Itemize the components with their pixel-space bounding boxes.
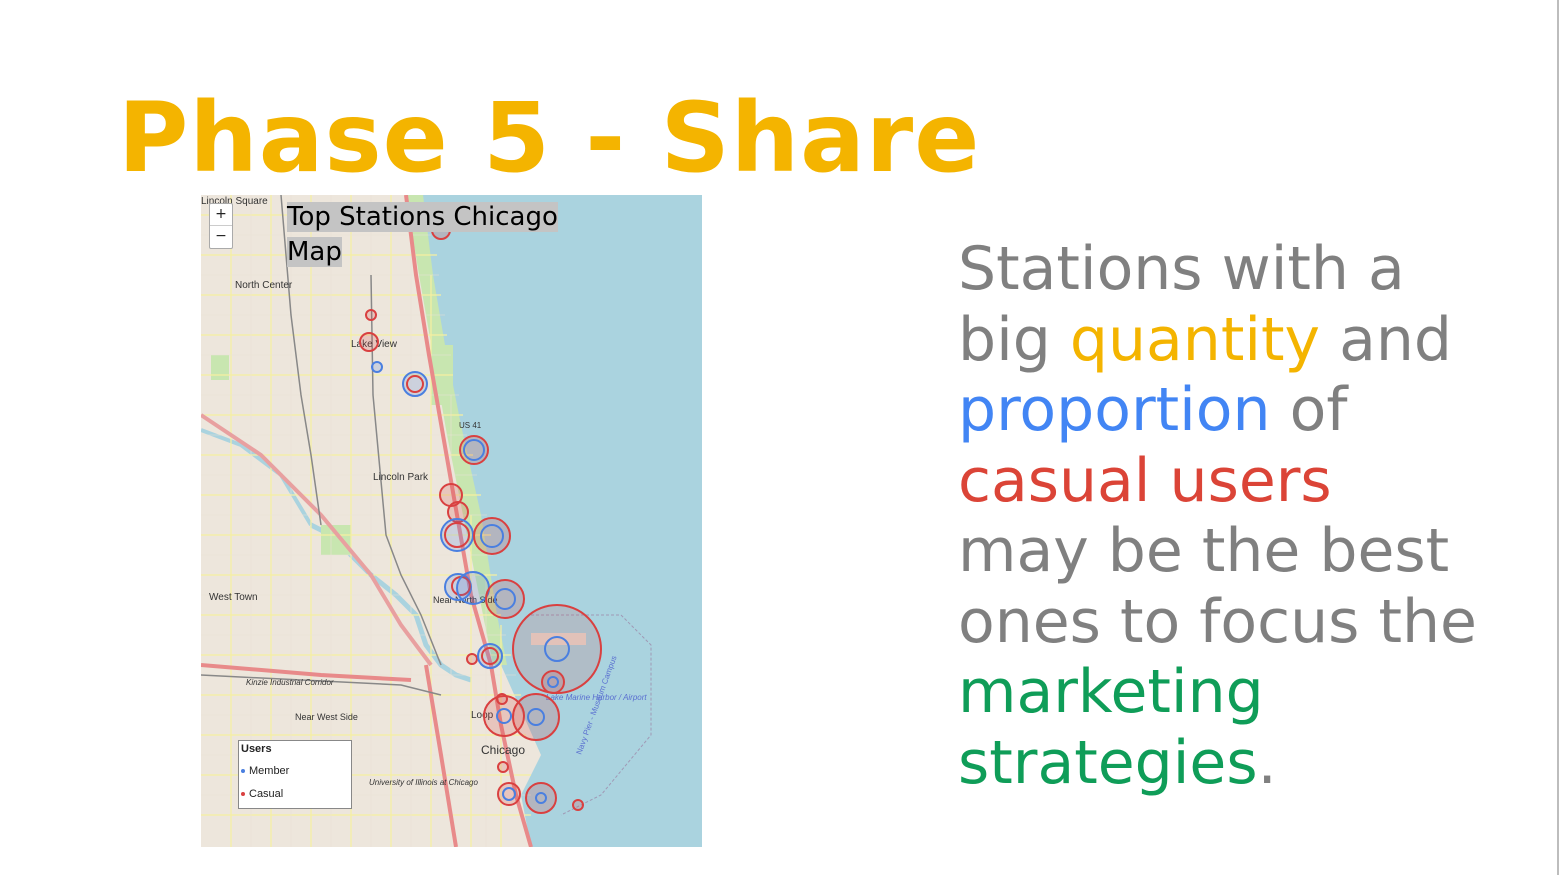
legend-dot-casual xyxy=(241,792,245,797)
insight-casual-users: casual users xyxy=(958,445,1332,516)
station-marker-member[interactable] xyxy=(371,361,383,373)
insight-segment: and xyxy=(1320,304,1453,375)
legend-item-casual: Casual xyxy=(241,788,283,800)
label-near-west-side: Near West Side xyxy=(295,712,358,722)
insight-period: . xyxy=(1257,727,1277,798)
label-west-town: West Town xyxy=(209,592,258,603)
station-marker-casual[interactable] xyxy=(496,693,508,705)
slide-right-border xyxy=(1557,0,1559,875)
stations-map[interactable]: Lincoln Square North Center Lake View Li… xyxy=(201,195,702,847)
station-marker-casual[interactable] xyxy=(497,782,521,806)
map-title-text: Top Stations Chicago Map xyxy=(287,202,558,267)
legend-dot-member xyxy=(241,769,245,774)
zoom-out-button[interactable]: − xyxy=(210,225,232,247)
station-marker-casual[interactable] xyxy=(359,332,379,352)
zoom-control: + − xyxy=(209,203,233,249)
station-marker-casual[interactable] xyxy=(365,309,377,321)
insight-marketing-strategies: marketing strategies xyxy=(958,657,1264,798)
slide-title: Phase 5 - Share xyxy=(118,82,981,194)
label-kinzie-corridor: Kinzie Industrial Corridor xyxy=(246,678,334,687)
insight-proportion: proportion xyxy=(958,375,1271,445)
insight-quantity: quantity xyxy=(1069,304,1321,375)
label-uic: University of Illinois at Chicago xyxy=(369,778,478,787)
park-patch xyxy=(211,355,229,380)
station-marker-casual[interactable] xyxy=(572,799,584,811)
park-patch xyxy=(321,525,351,555)
label-chicago: Chicago xyxy=(481,743,525,757)
label-harbor: Lake Marine Harbor / Airport xyxy=(546,693,647,702)
insight-segment: of xyxy=(1270,375,1348,445)
station-marker-casual[interactable] xyxy=(485,579,525,619)
legend-label-casual: Casual xyxy=(249,788,284,800)
legend-label-member: Member xyxy=(249,765,290,777)
station-marker-casual[interactable] xyxy=(473,517,511,555)
station-marker-casual[interactable] xyxy=(466,653,478,665)
label-lincoln-park: Lincoln Park xyxy=(373,472,429,483)
key-insight-text: Stations with a big quantity and proport… xyxy=(958,234,1478,798)
legend-item-member: Member xyxy=(241,765,289,777)
legend-title: Users xyxy=(241,743,272,755)
station-marker-casual[interactable] xyxy=(525,782,557,814)
zoom-in-button[interactable]: + xyxy=(210,204,232,225)
station-marker-casual[interactable] xyxy=(512,693,560,741)
station-marker-casual[interactable] xyxy=(497,761,509,773)
label-north-center: North Center xyxy=(235,280,293,291)
map-title: Top Stations Chicago Map xyxy=(287,200,593,270)
label-us41: US 41 xyxy=(459,421,482,430)
station-marker-casual[interactable] xyxy=(541,670,565,694)
insight-segment: may be the best ones to focus the xyxy=(958,516,1477,657)
map-legend: Users Member Casual xyxy=(238,740,352,809)
station-marker-member[interactable] xyxy=(456,571,490,605)
